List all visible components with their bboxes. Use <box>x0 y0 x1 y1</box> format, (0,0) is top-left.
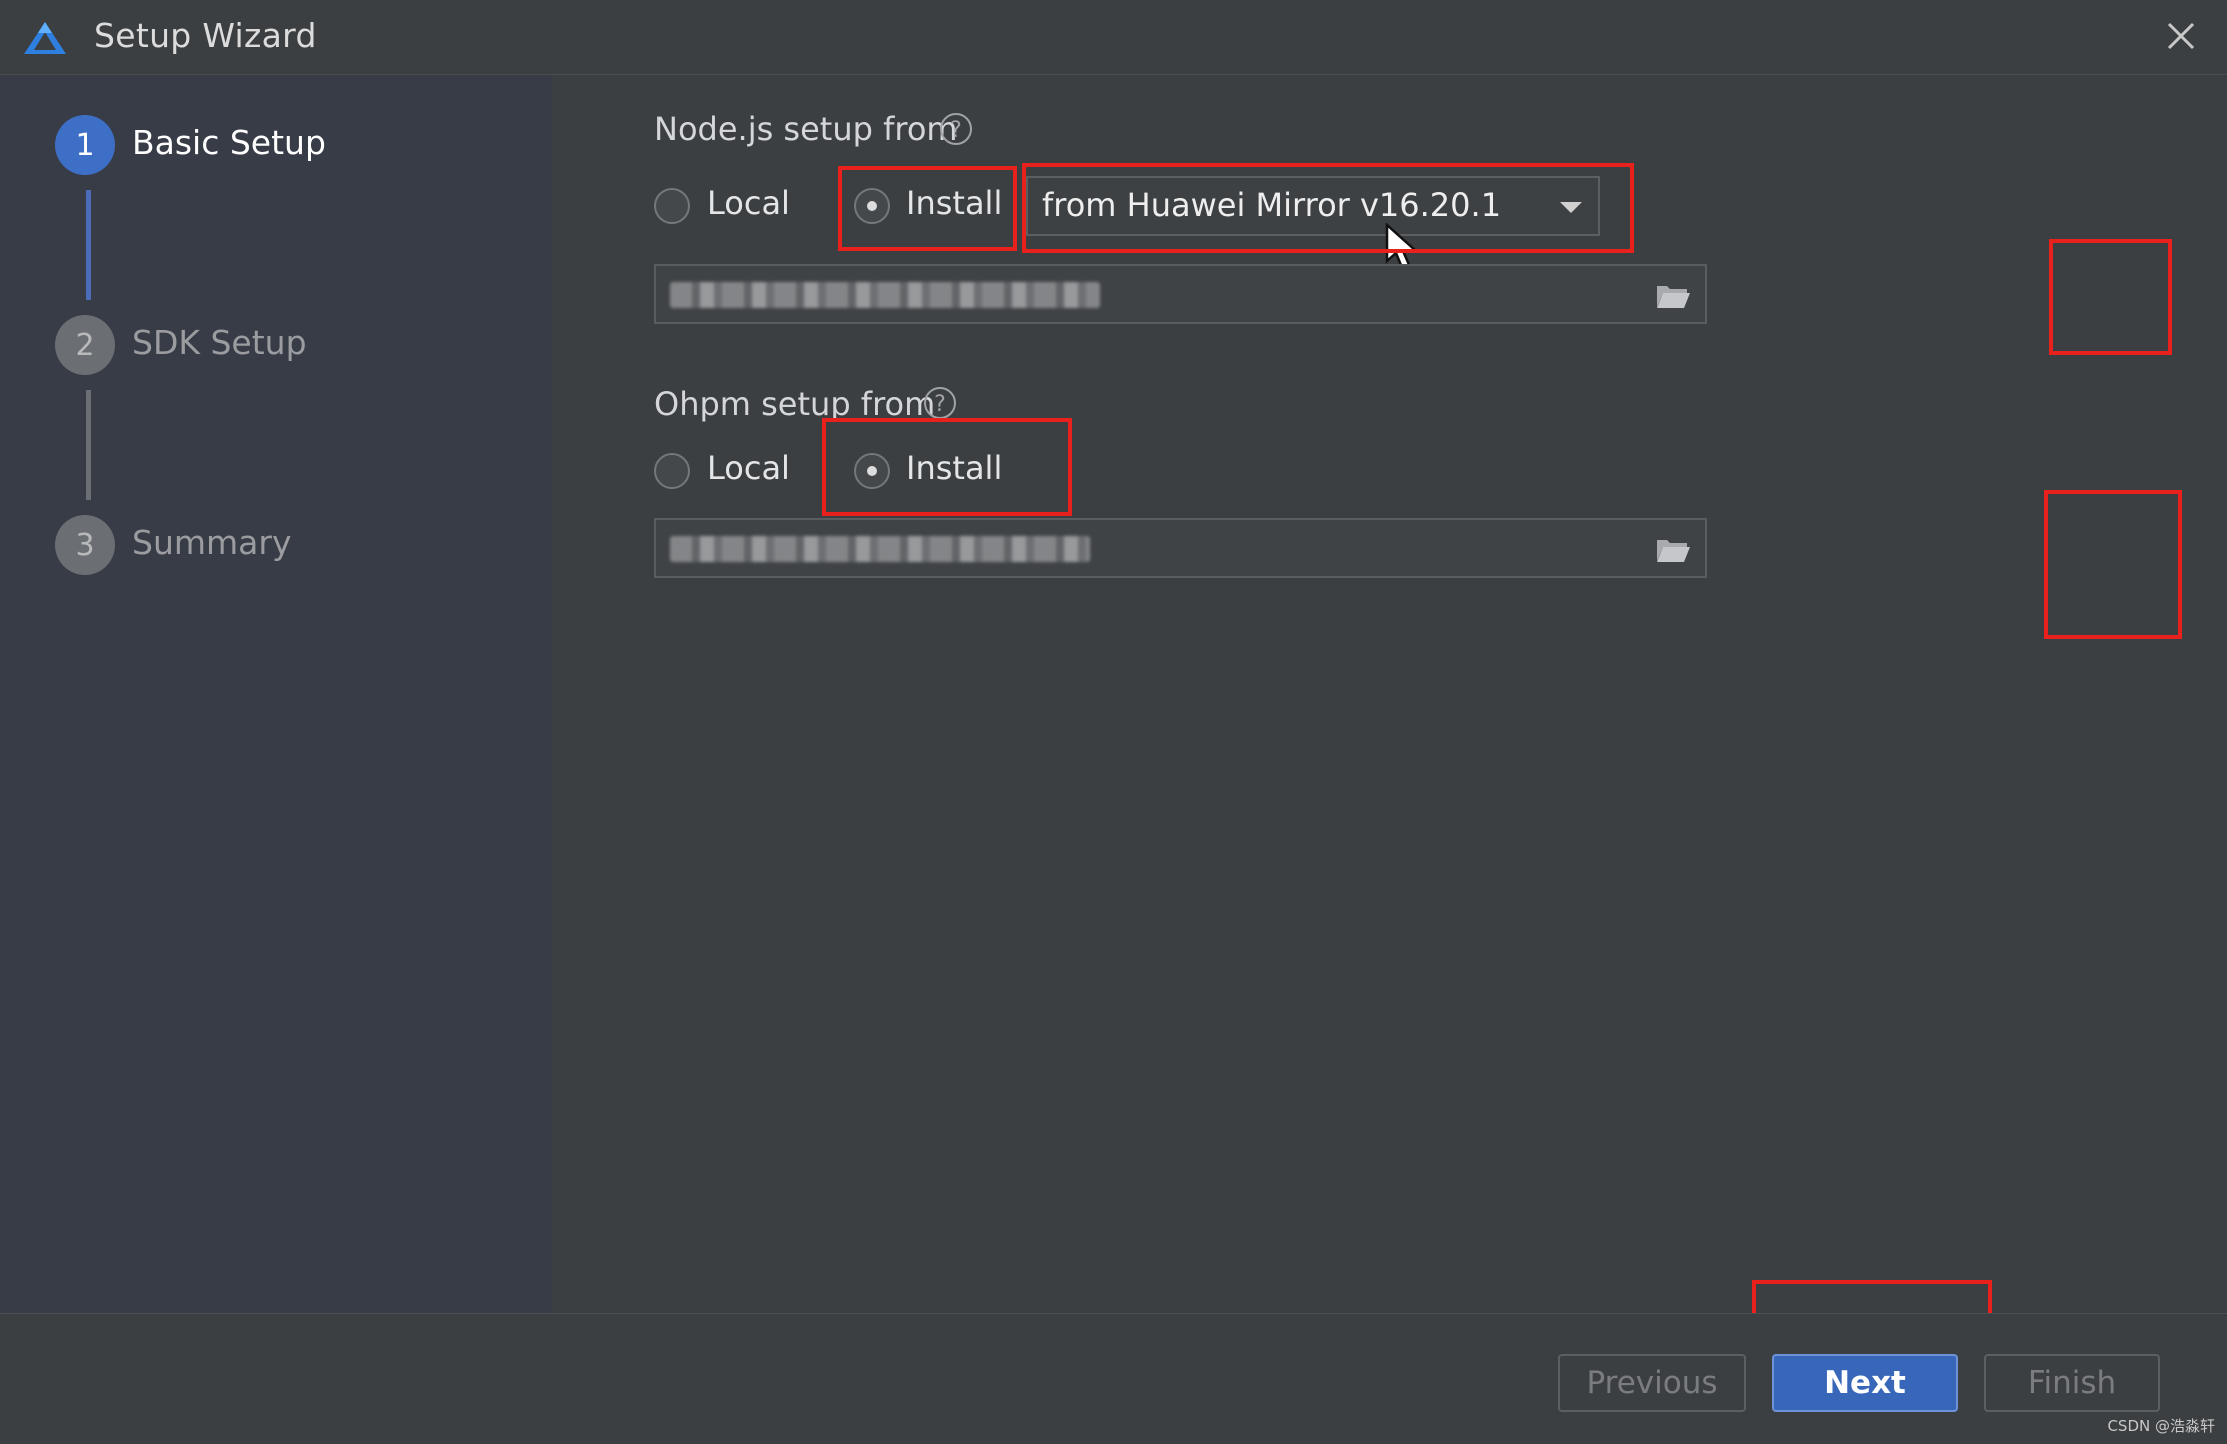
annotation-highlight <box>822 418 1072 516</box>
step-label: SDK Setup <box>132 323 307 362</box>
previous-button[interactable]: Previous <box>1558 1354 1746 1412</box>
title-bar: Setup Wizard <box>0 0 2227 75</box>
ohpm-local-radio[interactable] <box>654 453 690 489</box>
ohpm-path-field[interactable] <box>654 518 1707 578</box>
watermark: CSDN @浩淼轩 <box>2107 1417 2215 1435</box>
window-title: Setup Wizard <box>94 16 317 55</box>
basic-setup-panel: Node.js setup from ? Local Install from … <box>552 75 2227 1313</box>
nodejs-local-radio[interactable] <box>654 188 690 224</box>
step-label: Summary <box>132 523 292 562</box>
next-button[interactable]: Next <box>1772 1354 1958 1412</box>
deveco-logo-icon <box>24 22 66 54</box>
redacted-path <box>670 282 1100 308</box>
folder-open-icon[interactable] <box>1655 280 1691 310</box>
step-connector <box>86 190 91 300</box>
step-number-badge: 3 <box>55 515 115 575</box>
folder-open-icon[interactable] <box>1655 534 1691 564</box>
ohpm-local-label: Local <box>707 449 790 487</box>
wizard-steps-sidebar: 1 Basic Setup 2 SDK Setup 3 Summary <box>0 75 552 1313</box>
finish-button[interactable]: Finish <box>1984 1354 2160 1412</box>
help-icon[interactable]: ? <box>940 113 972 145</box>
step-number-badge: 1 <box>55 115 115 175</box>
redacted-path <box>670 536 1090 562</box>
annotation-highlight <box>2044 490 2182 639</box>
nodejs-section-label: Node.js setup from <box>654 110 958 148</box>
nodejs-local-label: Local <box>707 184 790 222</box>
nodejs-path-field[interactable] <box>654 264 1707 324</box>
step-label: Basic Setup <box>132 123 326 162</box>
wizard-footer: Previous Next Finish CSDN @浩淼轩 <box>0 1313 2227 1444</box>
step-connector <box>86 390 91 500</box>
annotation-highlight <box>1022 163 1634 253</box>
step-number-badge: 2 <box>55 315 115 375</box>
close-icon[interactable] <box>2161 16 2201 56</box>
annotation-highlight <box>838 166 1017 251</box>
annotation-highlight <box>2049 239 2172 355</box>
help-icon[interactable]: ? <box>924 387 956 419</box>
